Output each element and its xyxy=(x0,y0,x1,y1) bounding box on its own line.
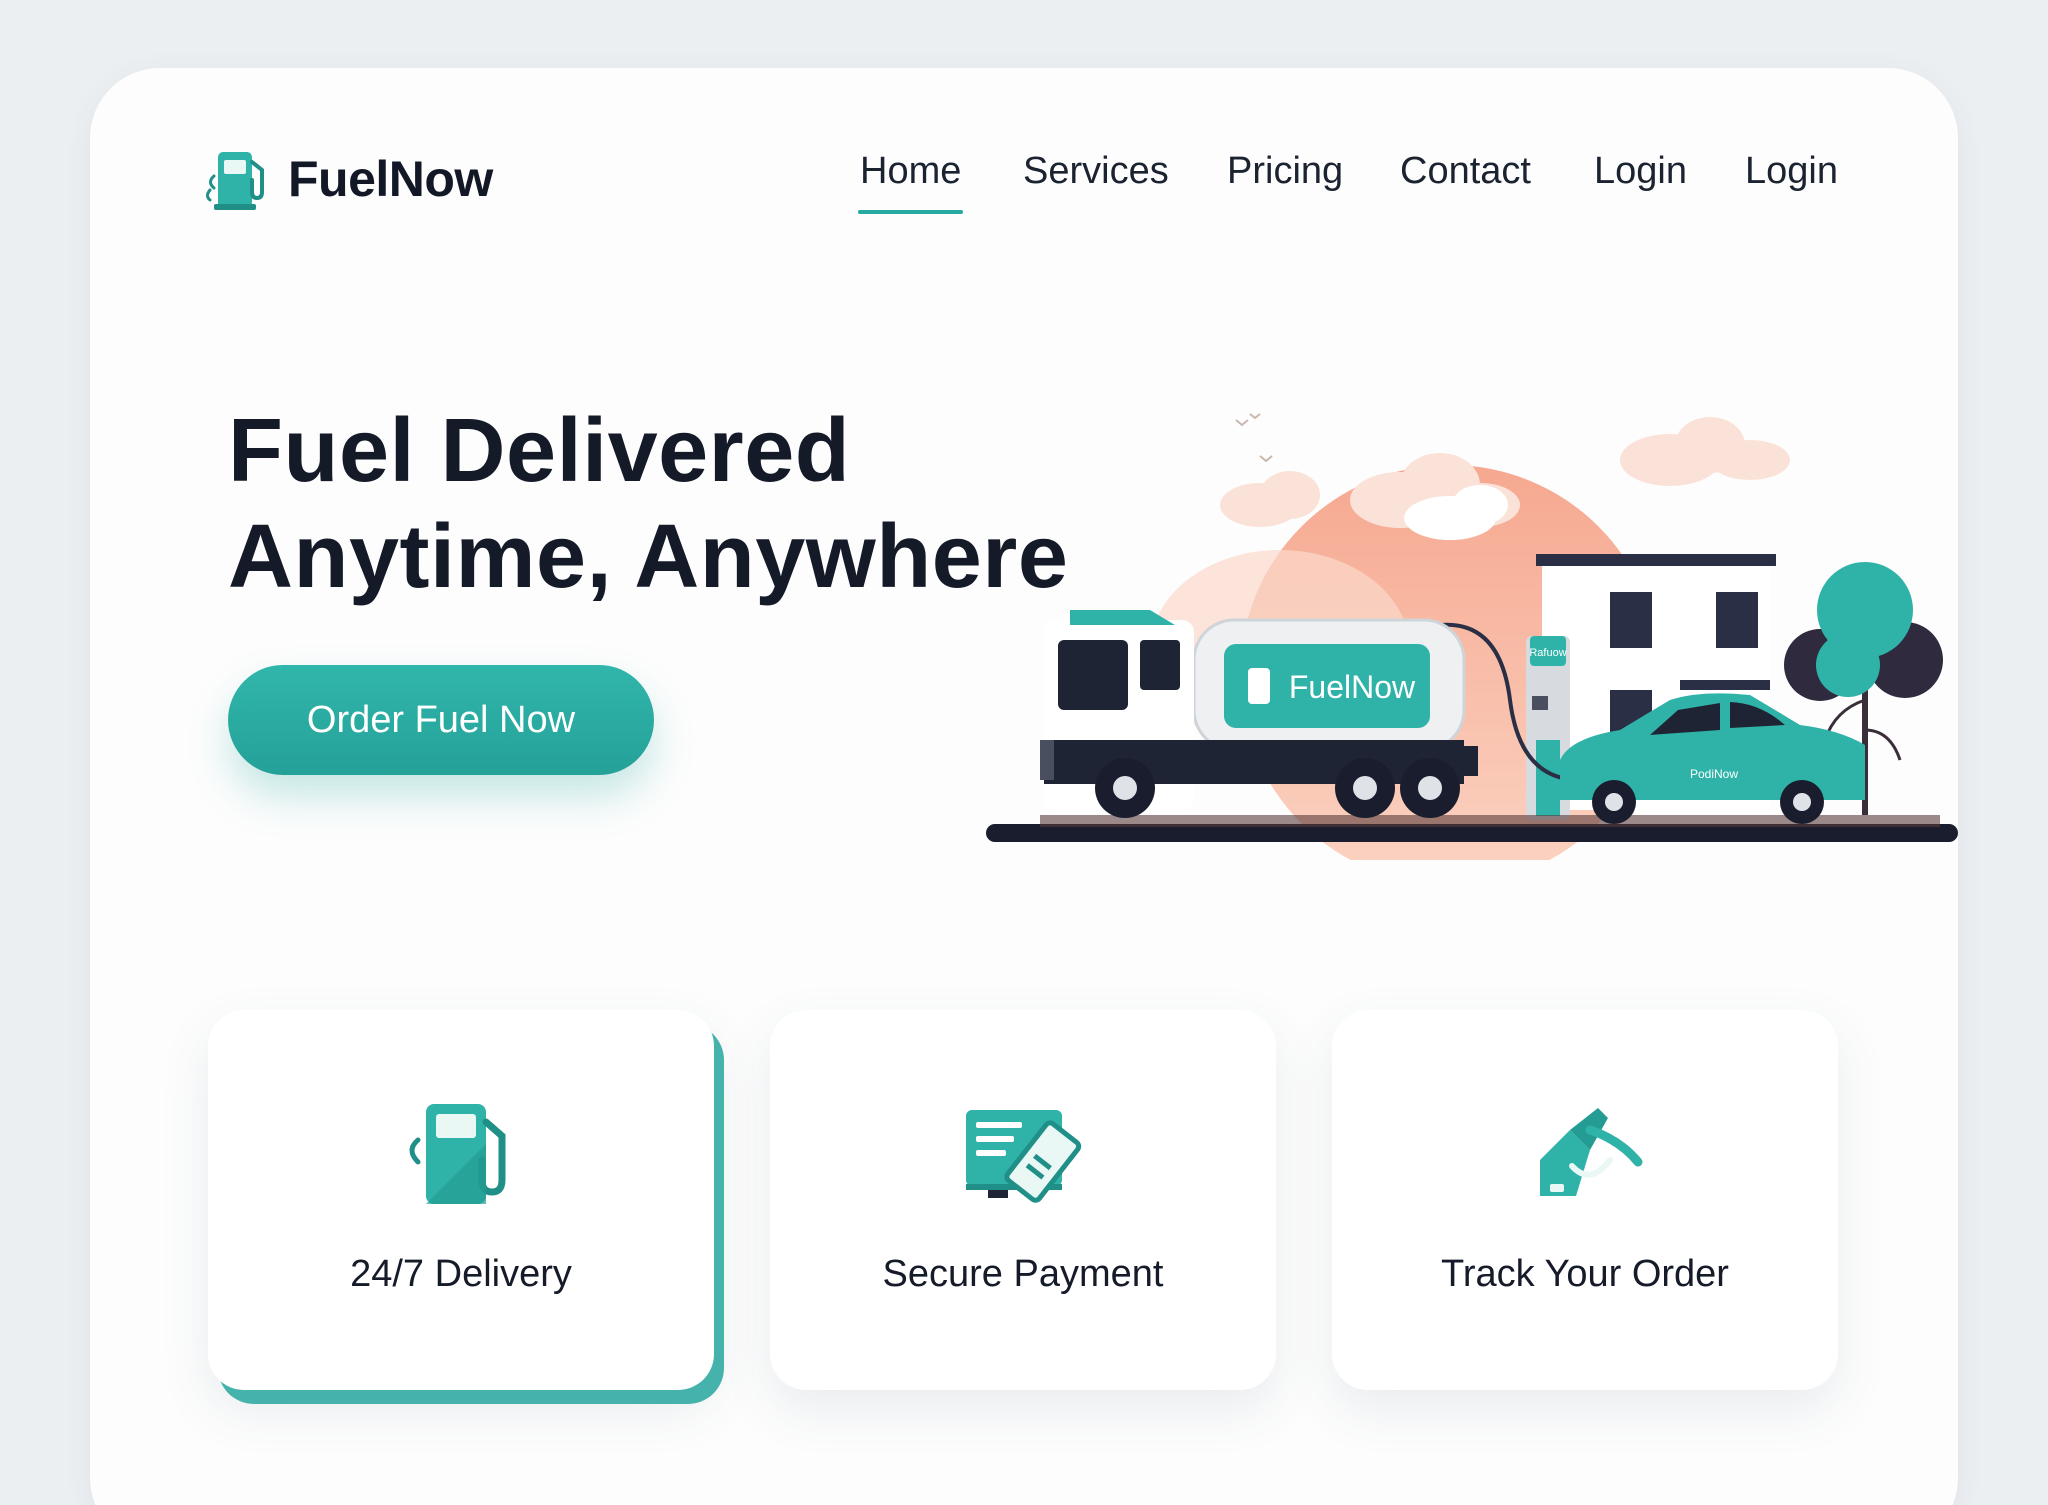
nav-login[interactable]: Login xyxy=(1594,150,1687,193)
hero-title: Fuel Delivered Anytime, Anywhere xyxy=(228,398,1068,610)
feature-label-payment: Secure Payment xyxy=(882,1253,1164,1295)
order-fuel-button[interactable]: Order Fuel Now xyxy=(228,665,654,775)
feature-label-delivery: 24/7 Delivery xyxy=(350,1253,572,1295)
hero-title-line-1: Fuel Delivered xyxy=(228,401,851,501)
hero-title-line-2: Anytime, Anywhere xyxy=(228,507,1069,607)
feature-label-tracking: Track Your Order xyxy=(1441,1253,1729,1295)
feature-card-delivery[interactable]: 24/7 Delivery xyxy=(208,1010,714,1390)
fuel-nozzle-icon xyxy=(1540,1108,1643,1196)
feature-card-tracking[interactable]: Track Your Order xyxy=(1332,1010,1838,1390)
nav-contact[interactable]: Contact xyxy=(1400,150,1531,193)
nav-home[interactable]: Home xyxy=(857,150,964,214)
fuel-delivery-illustration: Rafuow FuelNow PodiNow xyxy=(986,413,1958,860)
birds-icon xyxy=(1235,413,1273,463)
nav-pricing[interactable]: Pricing xyxy=(1227,150,1343,193)
main-nav: Home Services Pricing Contact Login Logi… xyxy=(0,150,2048,220)
fuel-pump-icon xyxy=(409,1104,506,1204)
nav-services[interactable]: Services xyxy=(1023,150,1169,193)
payment-card-icon xyxy=(966,1110,1082,1203)
car-label: PodiNow xyxy=(1690,767,1738,781)
nav-login-secondary[interactable]: Login xyxy=(1745,150,1838,193)
feature-card-payment[interactable]: Secure Payment xyxy=(770,1010,1276,1390)
truck-icon: FuelNow xyxy=(1040,610,1478,818)
tank-label: FuelNow xyxy=(1289,669,1416,705)
pump-label: Rafuow xyxy=(1529,647,1566,659)
